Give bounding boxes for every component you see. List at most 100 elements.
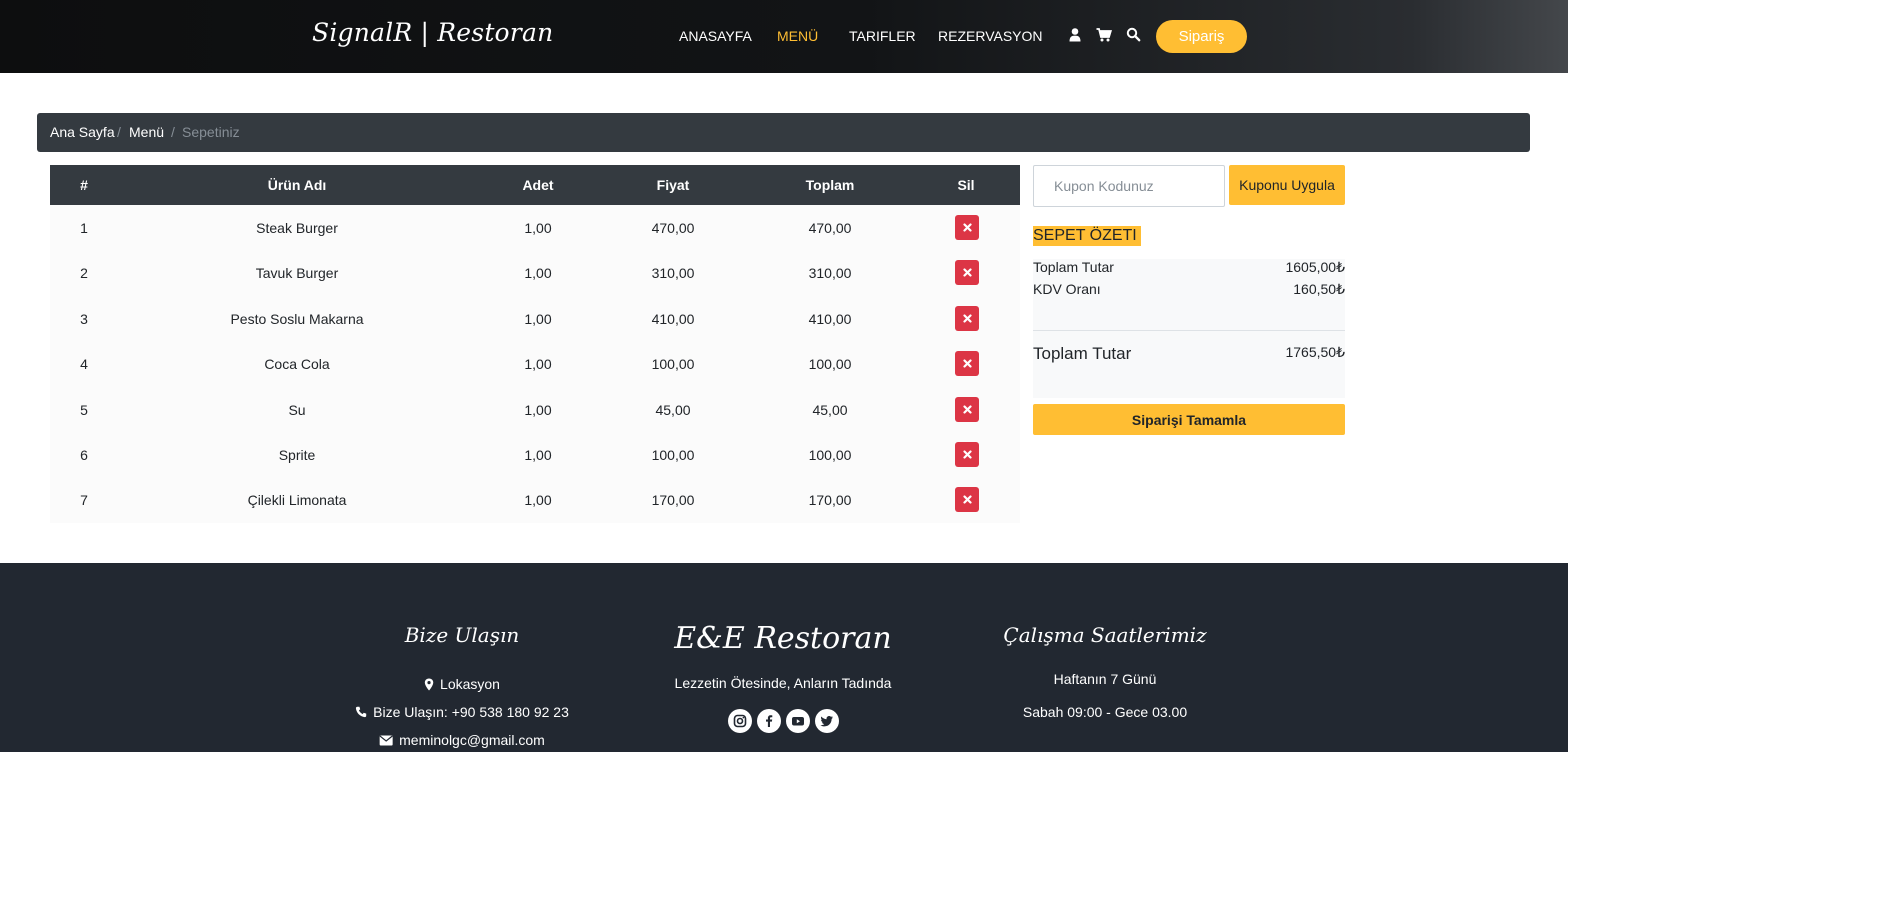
product-quantity: 1,00 xyxy=(524,356,552,373)
map-marker-icon xyxy=(424,678,434,690)
breadcrumb-separator: / xyxy=(171,124,175,140)
breadcrumb-menu[interactable]: Menü xyxy=(129,124,164,140)
nav-reservation[interactable]: REZERVASYON xyxy=(938,28,1043,44)
close-icon xyxy=(962,359,972,368)
breadcrumb-home[interactable]: Ana Sayfa xyxy=(50,124,115,140)
table-row: 2 Tavuk Burger 1,00 310,00 310,00 xyxy=(50,250,1020,296)
product-name: Pesto Soslu Makarna xyxy=(230,310,364,327)
vat-value: 160,50₺ xyxy=(1293,281,1345,297)
delete-button[interactable] xyxy=(955,260,979,286)
col-price: Fiyat xyxy=(656,177,690,193)
nav-recipes[interactable]: TARIFLER xyxy=(849,28,916,44)
site-logo[interactable]: SignalR | Restoran xyxy=(312,18,553,47)
breadcrumb: Ana Sayfa / Menü / Sepetiniz xyxy=(37,113,1530,152)
product-total: 410,00 xyxy=(808,310,852,327)
delete-button[interactable] xyxy=(955,215,979,240)
table-header: # Ürün Adı Adet Fiyat Toplam Sil xyxy=(50,165,1020,205)
table-row: 1 Steak Burger 1,00 470,00 470,00 xyxy=(50,205,1020,251)
youtube-icon[interactable] xyxy=(786,709,810,733)
close-icon xyxy=(962,404,972,414)
footer-slogan: Lezzetin Ötesinde, Anların Tadında xyxy=(675,675,892,691)
col-total: Toplam xyxy=(805,177,855,193)
days-text: Haftanın 7 Günü xyxy=(1053,671,1157,687)
table-row: 7 Çilekli Limonata 1,00 170,00 170,00 xyxy=(50,477,1020,523)
search-icon[interactable] xyxy=(1126,27,1142,45)
delete-button[interactable] xyxy=(955,305,979,331)
col-number: # xyxy=(80,177,88,193)
delete-button[interactable] xyxy=(955,351,979,377)
location-link[interactable]: Lokasyon xyxy=(424,676,500,692)
subtotal-label: Toplam Tutar xyxy=(1033,259,1114,275)
email-text: meminolgc@gmail.com xyxy=(399,732,545,748)
col-product-name: Ürün Adı xyxy=(267,177,327,193)
product-price: 170,00 xyxy=(651,492,695,509)
product-quantity: 1,00 xyxy=(524,220,552,236)
delete-button[interactable] xyxy=(955,396,979,422)
hours-text: Sabah 09:00 - Gece 03.00 xyxy=(1022,704,1188,720)
col-quantity: Adet xyxy=(522,177,554,193)
product-quantity: 1,00 xyxy=(524,446,552,463)
table-row: 4 Coca Cola 1,00 100,00 100,00 xyxy=(50,341,1020,387)
delete-button[interactable] xyxy=(955,441,979,467)
location-text: Lokasyon xyxy=(440,676,500,692)
close-icon xyxy=(962,314,972,323)
footer-brand: E&E Restoran xyxy=(674,621,892,656)
apply-coupon-button[interactable]: Kuponu Uygula xyxy=(1229,165,1345,205)
row-number: 1 xyxy=(80,220,88,236)
contact-title: Bize Ulaşın xyxy=(404,623,520,647)
phone-text: Bize Ulaşın: +90 538 180 92 23 xyxy=(373,704,569,720)
product-quantity: 1,00 xyxy=(524,401,552,418)
table-row: 3 Pesto Soslu Makarna 1,00 410,00 410,00 xyxy=(50,295,1020,342)
nav-menu[interactable]: MENÜ xyxy=(777,28,818,44)
product-total: 100,00 xyxy=(808,356,852,373)
row-number: 3 xyxy=(80,310,88,327)
row-number: 2 xyxy=(80,265,88,282)
product-total: 470,00 xyxy=(808,220,852,236)
close-icon xyxy=(962,223,972,232)
email-link[interactable]: meminolgc@gmail.com xyxy=(379,732,545,748)
order-button[interactable]: Sipariş xyxy=(1156,20,1247,53)
product-quantity: 1,00 xyxy=(524,265,552,282)
user-icon[interactable] xyxy=(1068,27,1084,45)
phone-icon xyxy=(355,706,367,718)
table-body: 1 Steak Burger 1,00 470,00 470,00 2 Tavu… xyxy=(50,205,1020,523)
instagram-icon[interactable] xyxy=(728,709,752,733)
breadcrumb-current: Sepetiniz xyxy=(182,124,240,140)
product-total: 45,00 xyxy=(812,401,848,418)
social-links xyxy=(728,709,839,733)
close-icon xyxy=(962,450,972,459)
product-price: 100,00 xyxy=(651,446,695,463)
twitter-icon[interactable] xyxy=(815,709,839,733)
product-name: Su xyxy=(288,401,306,418)
hours-title: Çalışma Saatlerimiz xyxy=(1003,623,1207,647)
subtotal-value: 1605,00₺ xyxy=(1285,259,1345,275)
product-quantity: 1,00 xyxy=(524,492,552,509)
product-price: 100,00 xyxy=(651,356,695,373)
delete-button[interactable] xyxy=(955,487,979,513)
complete-order-button[interactable]: Siparişi Tamamla xyxy=(1033,404,1345,435)
table-row: 6 Sprite 1,00 100,00 100,00 xyxy=(50,431,1020,478)
row-number: 6 xyxy=(80,446,88,463)
nav-home[interactable]: ANASAYFA xyxy=(679,28,752,44)
working-days: Haftanın 7 Günü xyxy=(1054,671,1157,687)
product-name: Çilekli Limonata xyxy=(247,492,347,509)
facebook-icon[interactable] xyxy=(757,709,781,733)
phone-link[interactable]: Bize Ulaşın: +90 538 180 92 23 xyxy=(355,704,569,720)
close-icon xyxy=(962,268,972,277)
product-price: 45,00 xyxy=(655,401,691,418)
row-number: 5 xyxy=(80,401,88,418)
coupon-input[interactable] xyxy=(1033,165,1225,207)
col-delete: Sil xyxy=(957,177,975,193)
envelope-icon xyxy=(379,735,393,745)
grand-total-label: Toplam Tutar xyxy=(1033,344,1132,363)
working-hours: Sabah 09:00 - Gece 03.00 xyxy=(1023,704,1187,720)
product-name: Steak Burger xyxy=(256,220,338,236)
product-price: 310,00 xyxy=(651,265,695,282)
product-name: Sprite xyxy=(278,446,316,463)
product-name: Coca Cola xyxy=(264,356,330,373)
cart-icon[interactable] xyxy=(1096,27,1113,45)
grand-total-value: 1765,50₺ xyxy=(1285,344,1345,360)
product-name: Tavuk Burger xyxy=(255,265,339,282)
product-price: 410,00 xyxy=(651,310,695,327)
vat-label: KDV Oranı xyxy=(1033,281,1101,297)
